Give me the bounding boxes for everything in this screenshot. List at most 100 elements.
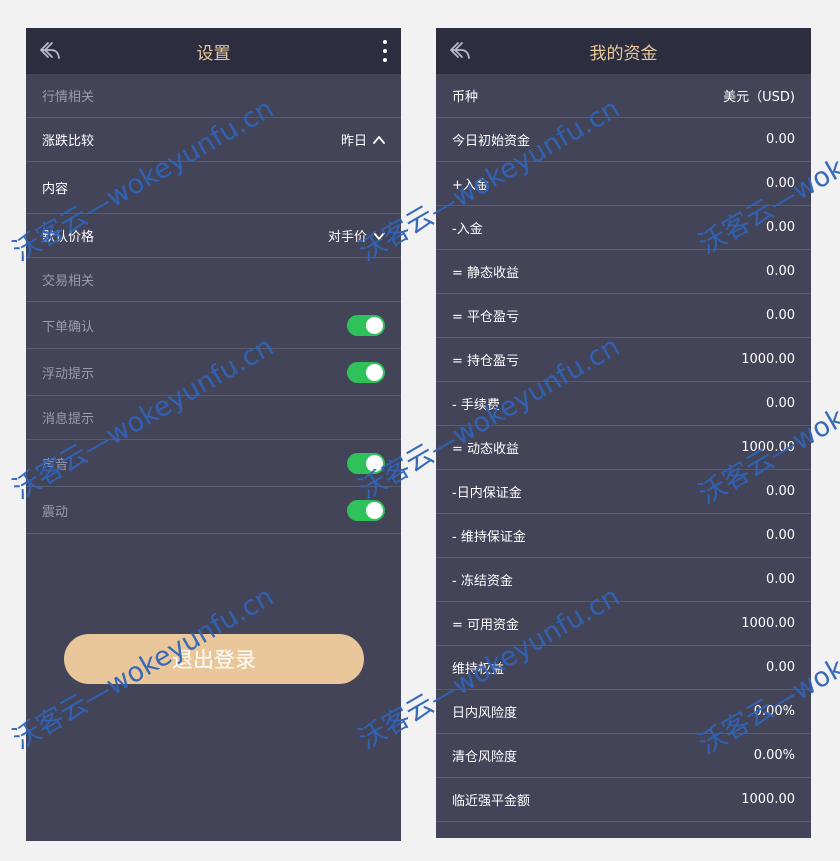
fund-label: - 冻结资金 [452,574,513,589]
fund-label: 日内风险度 [452,706,518,721]
fund-value: 0.00 [766,308,795,323]
fund-value: 0.00 [766,132,795,147]
setting-content: 内容 [26,162,401,214]
fund-row: 维持权益 0.00 [436,646,811,690]
fund-label: = 持仓盈亏 [452,354,520,369]
fund-label: = 可用资金 [452,618,520,633]
change-compare-selector[interactable]: 昨日 [341,130,385,149]
sound-toggle[interactable] [347,452,385,474]
fund-value: 1000.00 [741,352,795,367]
fund-value: 1000.00 [741,440,795,455]
order-confirm-label: 下单确认 [42,319,95,335]
page-title: 设置 [196,43,231,64]
fund-list: 币种 美元（USD) 今日初始资金 0.00 +入金 0.00 -入金 0.00 = 静态收益 0… [436,74,811,822]
fund-row: = 动态收益 1000.00 [436,426,811,470]
fund-row: = 持仓盈亏 1000.00 [436,338,811,382]
funds-header: 我的资金 [436,28,811,74]
fund-row: +入金 0.00 [436,162,811,206]
default-price-selector[interactable]: 对手价 [328,226,385,245]
fund-row: 币种 美元（USD) [436,74,811,118]
settings-screen: 设置 行情相关 涨跌比较 昨日 内容 默认价格 对手价 交易相关 下单确认 浮动… [26,28,401,841]
settings-header: 设置 [26,28,401,74]
fund-value: 0.00 [766,484,795,499]
section-market-label: 行情相关 [42,90,95,105]
fund-label: = 动态收益 [452,442,520,457]
fund-label: 维持权益 [452,662,505,677]
fund-row: = 静态收益 0.00 [436,250,811,294]
setting-default-price[interactable]: 默认价格 对手价 [26,214,401,258]
vibrate-toggle[interactable] [347,499,385,521]
fund-row: = 平仓盈亏 0.00 [436,294,811,338]
fund-value: 0.00% [753,704,795,719]
fund-row: 日内风险度 0.00% [436,690,811,734]
page-title: 我的资金 [589,43,658,64]
sound-label: 声音 [42,457,69,473]
back-button[interactable] [448,39,474,63]
fund-value: 0.00 [766,660,795,675]
fund-row: -日内保证金 0.00 [436,470,811,514]
change-compare-value: 昨日 [340,134,367,149]
chevron-down-icon [373,231,385,240]
fund-row: -入金 0.00 [436,206,811,250]
fund-value: 美元（USD) [723,90,795,105]
message-tip-label: 消息提示 [42,412,95,427]
fund-row: - 维持保证金 0.00 [436,514,811,558]
fund-value: 1000.00 [741,792,795,807]
fund-label: +入金 [452,178,489,193]
fund-label: - 维持保证金 [452,530,526,545]
fund-value: 0.00 [766,528,795,543]
chevron-up-icon [373,135,385,144]
logout-wrap: 退出登录 [64,634,364,684]
back-arrow-icon [450,42,470,59]
fund-label: = 平仓盈亏 [452,310,520,325]
fund-row: 今日初始资金 0.00 [436,118,811,162]
vibrate-label: 震动 [42,504,69,520]
fund-label: -入金 [452,222,483,237]
fund-row: - 手续费 0.00 [436,382,811,426]
toggle-knob [366,454,383,472]
fund-label: = 静态收益 [452,266,520,281]
toggle-knob [366,363,383,381]
section-trade: 交易相关 [26,258,401,302]
more-button[interactable] [377,38,393,64]
change-compare-label: 涨跌比较 [42,134,95,149]
back-button[interactable] [38,39,64,63]
fund-label: - 手续费 [452,398,500,413]
fund-value: 0.00 [766,176,795,191]
fund-row: - 冻结资金 0.00 [436,558,811,602]
fund-value: 0.00 [766,220,795,235]
content-label: 内容 [42,182,69,197]
fund-label: 临近强平金额 [452,794,531,809]
fund-row: 临近强平金额 1000.00 [436,778,811,822]
logout-button[interactable]: 退出登录 [64,634,364,684]
float-tip-label: 浮动提示 [42,366,95,382]
fund-value: 0.00 [766,572,795,587]
setting-float-tip: 浮动提示 [26,349,401,396]
section-trade-label: 交易相关 [42,274,95,289]
fund-label: -日内保证金 [452,486,522,501]
section-market: 行情相关 [26,74,401,118]
funds-screen: 我的资金 币种 美元（USD) 今日初始资金 0.00 +入金 0.00 -入金 0.00 = … [436,28,811,838]
fund-row: 清仓风险度 0.00% [436,734,811,778]
setting-vibrate: 震动 [26,487,401,534]
fund-value: 0.00% [753,748,795,763]
default-price-label: 默认价格 [42,230,95,245]
fund-label: 清仓风险度 [452,750,518,765]
setting-message-tip: 消息提示 [26,396,401,440]
back-arrow-icon [40,42,60,59]
order-confirm-toggle[interactable] [347,314,385,336]
fund-value: 1000.00 [741,616,795,631]
fund-value: 0.00 [766,264,795,279]
default-price-value: 对手价 [327,230,367,245]
setting-change-compare[interactable]: 涨跌比较 昨日 [26,118,401,162]
toggle-knob [366,316,383,334]
setting-order-confirm: 下单确认 [26,302,401,349]
float-tip-toggle[interactable] [347,361,385,383]
more-vertical-icon [383,40,387,62]
fund-label: 今日初始资金 [452,134,531,149]
fund-value: 0.00 [766,396,795,411]
fund-label: 币种 [452,90,479,105]
toggle-knob [366,501,383,519]
fund-row: = 可用资金 1000.00 [436,602,811,646]
setting-sound: 声音 [26,440,401,487]
